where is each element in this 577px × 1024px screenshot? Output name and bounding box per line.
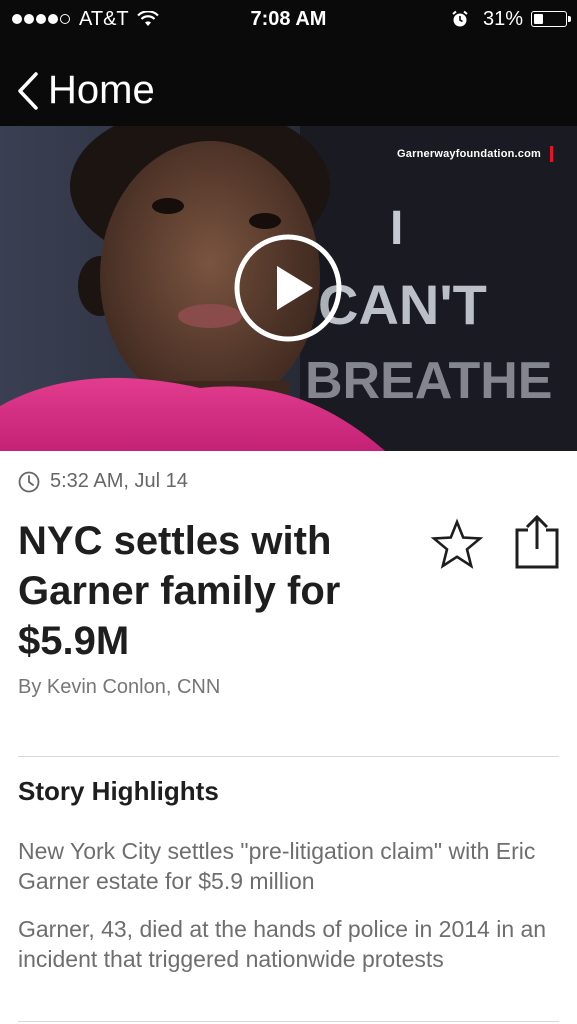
status-bar: AT&T 7:08 AM 31%: [0, 0, 577, 38]
chevron-left-icon: [18, 71, 38, 110]
status-right: 31%: [451, 6, 571, 32]
svg-text:BREATHE: BREATHE: [305, 352, 552, 410]
play-icon[interactable]: [233, 233, 343, 343]
article-headline: NYC settles with Garner family for $5.9M: [18, 519, 341, 663]
timestamp-text: 5:32 AM, Jul 14: [50, 470, 188, 492]
svg-text:I: I: [390, 202, 403, 255]
divider: [18, 1021, 559, 1022]
list-item: New York City settles "pre-litigation cl…: [18, 838, 536, 894]
navigation-bar: Home: [0, 38, 577, 126]
video-player[interactable]: I CAN'T BREATHE Garnerwayfoundation.com: [0, 126, 577, 451]
divider: [18, 756, 559, 757]
back-button-label: Home: [48, 68, 155, 112]
watermark-accent: [550, 146, 553, 162]
article-byline: By Kevin Conlon, CNN: [18, 676, 221, 698]
article-screen: AT&T 7:08 AM 31% Home I CAN'T BREATHE Ga…: [0, 0, 577, 1024]
video-watermark: Garnerwayfoundation.com: [397, 148, 541, 160]
share-icon[interactable]: [512, 514, 562, 570]
article-timestamp: 5:32 AM, Jul 14: [18, 470, 188, 493]
star-icon[interactable]: [430, 518, 484, 572]
clock-icon: [18, 471, 40, 492]
battery-percent: 31%: [482, 7, 523, 30]
battery-level: [534, 14, 543, 24]
story-highlights-title: Story Highlights: [18, 776, 219, 806]
story-highlights-list: New York City settles "pre-litigation cl…: [18, 836, 563, 992]
list-item: Garner, 43, died at the hands of police …: [18, 916, 547, 972]
svg-text:CAN'T: CAN'T: [318, 273, 487, 336]
alarm-icon: [452, 10, 468, 27]
battery-icon: [531, 11, 571, 27]
back-button[interactable]: Home: [16, 68, 155, 113]
